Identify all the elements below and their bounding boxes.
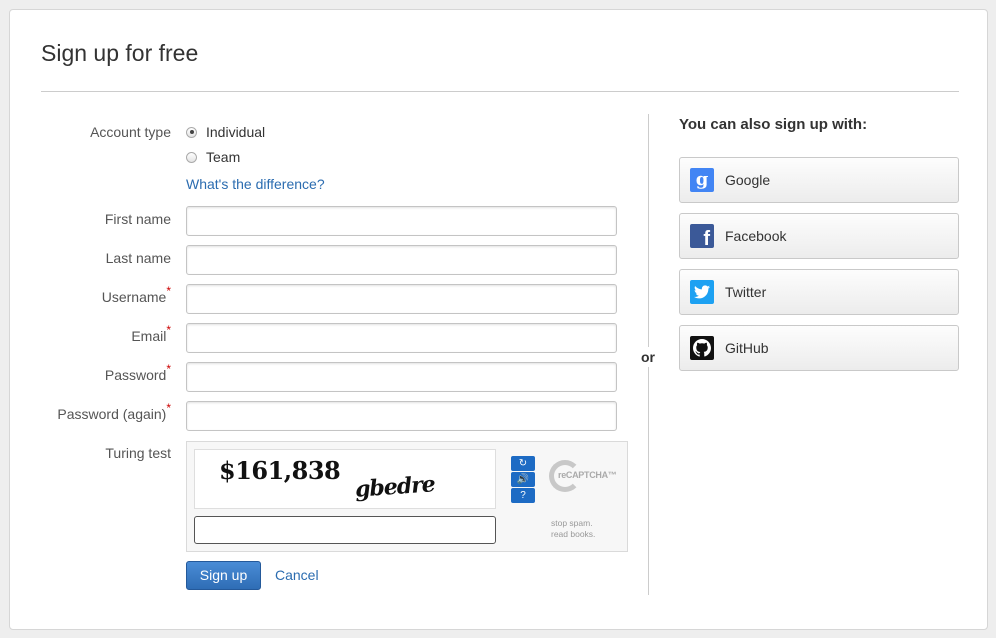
first-name-input[interactable]: [186, 206, 617, 236]
username-label: Username*: [10, 285, 171, 305]
difference-link[interactable]: What's the difference?: [186, 176, 325, 192]
captcha-input[interactable]: [194, 516, 496, 544]
recaptcha-logo: reCAPTCHA™: [547, 458, 623, 498]
account-type-label: Account type: [90, 124, 171, 140]
password-label-text: Password: [104, 367, 167, 383]
twitter-signup-button[interactable]: Twitter: [679, 269, 959, 315]
facebook-icon: f: [690, 224, 714, 249]
radio-individual-label: Individual: [206, 124, 266, 140]
last-name-input[interactable]: [186, 245, 617, 275]
tagline-line-2: read books.: [551, 529, 596, 539]
password-input[interactable]: [186, 362, 617, 392]
github-signup-button[interactable]: GitHub: [679, 325, 959, 371]
username-input[interactable]: [186, 284, 617, 314]
password-label: Password*: [10, 363, 171, 383]
turing-test-label: Turing test: [105, 445, 171, 461]
refresh-icon[interactable]: ↻: [511, 456, 535, 471]
cancel-link[interactable]: Cancel: [275, 567, 319, 583]
password-again-input[interactable]: [186, 401, 617, 431]
page-title: Sign up for free: [41, 40, 199, 66]
first-name-label: First name: [104, 211, 171, 227]
required-marker: *: [166, 362, 171, 377]
captcha-image: $161,838 gbedre: [194, 449, 496, 509]
last-name-label: Last name: [105, 250, 171, 266]
social-heading: You can also sign up with:: [679, 116, 868, 133]
help-icon[interactable]: ?: [511, 488, 535, 503]
twitter-label: Twitter: [725, 284, 767, 300]
required-marker: *: [166, 323, 171, 338]
captcha-word-2: gbedre: [354, 471, 436, 503]
signup-panel: Sign up for free Account type Individual…: [9, 9, 988, 630]
title-divider: [41, 91, 959, 92]
required-marker: *: [166, 401, 171, 416]
radio-team-button[interactable]: [186, 151, 197, 163]
google-signup-button[interactable]: g Google: [679, 157, 959, 203]
required-marker: *: [166, 284, 171, 299]
facebook-label: Facebook: [725, 228, 787, 244]
password-again-label: Password (again)*: [10, 402, 171, 422]
sign-up-button[interactable]: Sign up: [186, 561, 261, 590]
password-again-label-text: Password (again): [57, 406, 167, 422]
email-label: Email*: [10, 324, 171, 344]
recaptcha-tagline: stop spam. read books.: [551, 518, 621, 540]
email-input[interactable]: [186, 323, 617, 353]
audio-icon[interactable]: 🔊: [511, 472, 535, 487]
recaptcha-logo-text: reCAPTCHA™: [558, 470, 617, 480]
or-separator: or: [637, 347, 659, 367]
tagline-line-1: stop spam.: [551, 518, 593, 528]
radio-team[interactable]: Team: [186, 149, 240, 165]
captcha-word-1: $161,838: [219, 456, 341, 485]
email-label-text: Email: [131, 328, 167, 344]
radio-individual[interactable]: Individual: [186, 124, 265, 140]
radio-individual-button[interactable]: [186, 126, 197, 138]
github-label: GitHub: [725, 340, 769, 356]
facebook-signup-button[interactable]: f Facebook: [679, 213, 959, 259]
username-label-text: Username: [101, 289, 167, 305]
google-label: Google: [725, 172, 771, 188]
twitter-icon: [690, 280, 714, 304]
github-icon: [690, 336, 714, 360]
radio-team-label: Team: [206, 149, 241, 165]
captcha-widget: $161,838 gbedre ↻ 🔊 ? reCAPTCHA™ stop sp…: [186, 441, 628, 552]
google-icon: g: [690, 168, 714, 192]
